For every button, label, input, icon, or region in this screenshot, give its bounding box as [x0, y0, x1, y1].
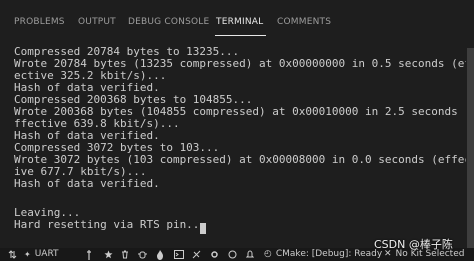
cmake-label: CMake: [Debug]: Ready: [275, 249, 383, 259]
terminal-cursor: [200, 223, 206, 234]
terminal-line: Hard resetting via RTS pin...: [14, 218, 207, 231]
uart-selector[interactable]: ✦ UART: [24, 248, 59, 261]
tab-problems[interactable]: PROBLEMS: [14, 17, 65, 28]
plug-icon: ✦: [24, 250, 31, 259]
debug-icon[interactable]: [138, 248, 147, 261]
circle-icon[interactable]: [228, 248, 237, 261]
cmake-status[interactable]: ◴ CMake: [Debug]: Ready: [264, 248, 382, 261]
panel-tab-bar: PROBLEMS OUTPUT DEBUG CONSOLE TERMINAL C…: [0, 0, 474, 41]
star-icon[interactable]: [104, 248, 113, 261]
tab-debug-console[interactable]: DEBUG CONSOLE: [128, 17, 209, 28]
trash-icon[interactable]: [121, 248, 129, 261]
fire-icon[interactable]: [156, 248, 164, 261]
active-tab-indicator: [215, 35, 266, 36]
terminal-scrollbar-thumb[interactable]: [467, 48, 474, 248]
remote-icon[interactable]: [8, 248, 17, 261]
flash-icon[interactable]: [86, 248, 92, 261]
tab-terminal[interactable]: TERMINAL: [216, 17, 263, 28]
clear-icon[interactable]: [192, 248, 201, 261]
tab-output[interactable]: OUTPUT: [78, 17, 116, 28]
csdn-watermark: CSDN @棒子陈: [374, 238, 453, 251]
terminal-line: Hash of data verified.: [14, 177, 160, 190]
tab-comments[interactable]: COMMENTS: [277, 17, 331, 28]
bell-icon[interactable]: [246, 248, 254, 261]
terminal-output[interactable]: Compressed 20784 bytes to 13235... Wrote…: [0, 41, 474, 248]
gear-icon[interactable]: [210, 248, 219, 261]
terminal-icon[interactable]: [174, 248, 184, 261]
cmake-icon: ◴: [264, 249, 272, 259]
uart-label: UART: [34, 249, 59, 259]
vscode-panel-window: PROBLEMS OUTPUT DEBUG CONSOLE TERMINAL C…: [0, 0, 474, 261]
